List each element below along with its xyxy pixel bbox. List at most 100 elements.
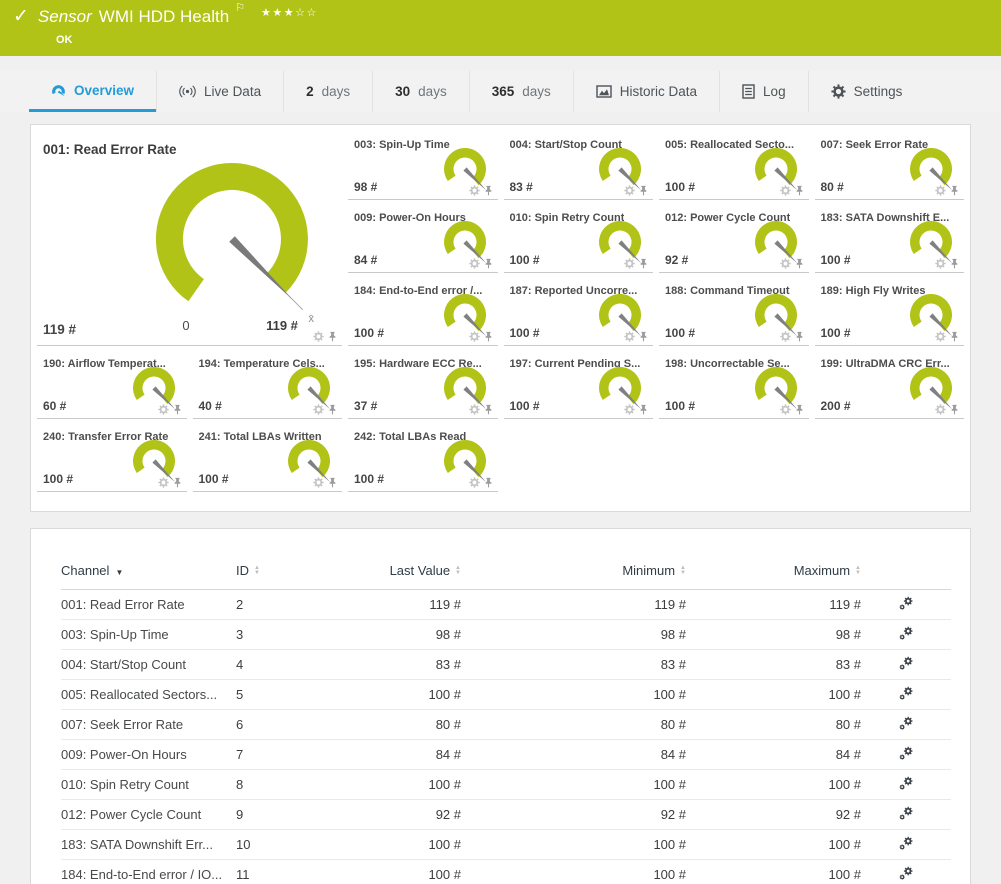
- gauge-tile-197[interactable]: 197: Current Pending S... 100 #: [504, 354, 654, 419]
- tab-30-days[interactable]: 30days: [372, 71, 469, 112]
- pin-icon[interactable]: [949, 331, 960, 342]
- gauge-tile-187[interactable]: 187: Reported Uncorre... 100 #: [504, 281, 654, 346]
- gear-icon[interactable]: [158, 477, 169, 488]
- gauge-tile-194[interactable]: 194: Temperature Cels... 40 #: [193, 354, 343, 419]
- gauge-title: 189: High Fly Writes: [821, 285, 926, 297]
- gauge-tile-198[interactable]: 198: Uncorrectable Se... 100 #: [659, 354, 809, 419]
- gear-icon[interactable]: [935, 331, 946, 342]
- cell-id: 4: [236, 650, 306, 680]
- pin-icon[interactable]: [327, 404, 338, 415]
- tab-2-days[interactable]: 2days: [283, 71, 372, 112]
- edit-channel-icon[interactable]: [899, 806, 914, 821]
- edit-channel-icon[interactable]: [899, 716, 914, 731]
- cell-maximum: 83 #: [686, 650, 861, 680]
- flag-icon[interactable]: ⚐: [235, 1, 245, 14]
- gauge-tile-004[interactable]: 004: Start/Stop Count 83 #: [504, 135, 654, 200]
- column-header-last-value[interactable]: Last Value▲▼: [306, 555, 461, 590]
- gear-icon[interactable]: [158, 404, 169, 415]
- gear-icon[interactable]: [780, 331, 791, 342]
- pin-icon[interactable]: [638, 404, 649, 415]
- gear-icon[interactable]: [624, 331, 635, 342]
- gauge-title: 004: Start/Stop Count: [510, 139, 622, 151]
- gauge-tile-005[interactable]: 005: Reallocated Secto... 100 #: [659, 135, 809, 200]
- edit-channel-icon[interactable]: [899, 776, 914, 791]
- gauge-tile-199[interactable]: 199: UltraDMA CRC Err... 200 #: [815, 354, 965, 419]
- gear-icon[interactable]: [780, 404, 791, 415]
- pin-icon[interactable]: [638, 258, 649, 269]
- gear-icon[interactable]: [624, 258, 635, 269]
- gauge-tile-190[interactable]: 190: Airflow Temperat... 60 #: [37, 354, 187, 419]
- edit-channel-icon[interactable]: [899, 836, 914, 851]
- gear-icon[interactable]: [624, 185, 635, 196]
- pin-icon[interactable]: [949, 185, 960, 196]
- pin-icon[interactable]: [794, 258, 805, 269]
- pin-icon[interactable]: [327, 331, 338, 342]
- column-header-actions[interactable]: [861, 555, 951, 590]
- gauge-tile-189[interactable]: 189: High Fly Writes 100 #: [815, 281, 965, 346]
- gear-icon[interactable]: [313, 331, 324, 342]
- column-header-channel[interactable]: Channel▼: [61, 555, 236, 590]
- tab-live-data[interactable]: Live Data: [156, 71, 283, 112]
- gauge-tile-012[interactable]: 012: Power Cycle Count 92 #: [659, 208, 809, 273]
- gear-icon[interactable]: [313, 404, 324, 415]
- gauge-tile-195[interactable]: 195: Hardware ECC Re... 37 #: [348, 354, 498, 419]
- pin-icon[interactable]: [483, 477, 494, 488]
- gauge-value: 80 #: [821, 180, 844, 194]
- gauge-tile-242[interactable]: 242: Total LBAs Read 100 #: [348, 427, 498, 492]
- column-header-id[interactable]: ID▲▼: [236, 555, 306, 590]
- gear-icon[interactable]: [469, 258, 480, 269]
- edit-channel-icon[interactable]: [899, 866, 914, 881]
- gauge-tile-241[interactable]: 241: Total LBAs Written 100 #: [193, 427, 343, 492]
- pin-icon[interactable]: [483, 185, 494, 196]
- pin-icon[interactable]: [794, 404, 805, 415]
- tab-log[interactable]: Log: [719, 71, 808, 112]
- gauge-tile-009[interactable]: 009: Power-On Hours 84 #: [348, 208, 498, 273]
- tab-historic-data[interactable]: Historic Data: [573, 71, 719, 112]
- pin-icon[interactable]: [949, 404, 960, 415]
- table-row: 009: Power-On Hours 7 84 # 84 # 84 #: [61, 740, 951, 770]
- tab-overview[interactable]: Overview: [29, 71, 156, 112]
- priority-stars[interactable]: ★★★☆☆: [261, 6, 318, 19]
- tab-365-days[interactable]: 365days: [469, 71, 573, 112]
- gear-icon[interactable]: [469, 477, 480, 488]
- edit-channel-icon[interactable]: [899, 686, 914, 701]
- gear-icon[interactable]: [780, 185, 791, 196]
- gauge-tile-001[interactable]: 001: Read Error Rate x̄ 0 119 # 119 #: [37, 135, 342, 346]
- edit-channel-icon[interactable]: [899, 626, 914, 641]
- gauge-tile-184[interactable]: 184: End-to-End error /... 100 #: [348, 281, 498, 346]
- gear-icon[interactable]: [624, 404, 635, 415]
- gear-icon[interactable]: [935, 404, 946, 415]
- pin-icon[interactable]: [483, 258, 494, 269]
- pin-icon[interactable]: [172, 404, 183, 415]
- gauge-tile-240[interactable]: 240: Transfer Error Rate 100 #: [37, 427, 187, 492]
- gauge-tile-188[interactable]: 188: Command Timeout 100 #: [659, 281, 809, 346]
- gear-icon[interactable]: [313, 477, 324, 488]
- pin-icon[interactable]: [172, 477, 183, 488]
- pin-icon[interactable]: [483, 404, 494, 415]
- gear-icon[interactable]: [469, 404, 480, 415]
- edit-channel-icon[interactable]: [899, 656, 914, 671]
- gauge-tile-183[interactable]: 183: SATA Downshift E... 100 #: [815, 208, 965, 273]
- edit-channel-icon[interactable]: [899, 746, 914, 761]
- gauge-tile-003[interactable]: 003: Spin-Up Time 98 #: [348, 135, 498, 200]
- gauge-tile-010[interactable]: 010: Spin Retry Count 100 #: [504, 208, 654, 273]
- pin-icon[interactable]: [327, 477, 338, 488]
- pin-icon[interactable]: [794, 331, 805, 342]
- gear-icon[interactable]: [469, 185, 480, 196]
- tab-settings[interactable]: Settings: [808, 71, 925, 112]
- edit-channel-icon[interactable]: [899, 596, 914, 611]
- pin-icon[interactable]: [483, 331, 494, 342]
- gauge-value: 100 #: [43, 472, 73, 486]
- pin-icon[interactable]: [794, 185, 805, 196]
- gear-icon[interactable]: [780, 258, 791, 269]
- pin-icon[interactable]: [949, 258, 960, 269]
- column-header-minimum[interactable]: Minimum▲▼: [461, 555, 686, 590]
- gear-icon[interactable]: [935, 258, 946, 269]
- gauge-tile-007[interactable]: 007: Seek Error Rate 80 #: [815, 135, 965, 200]
- gear-icon[interactable]: [935, 185, 946, 196]
- column-header-maximum[interactable]: Maximum▲▼: [686, 555, 861, 590]
- cell-minimum: 100 #: [461, 770, 686, 800]
- gear-icon[interactable]: [469, 331, 480, 342]
- pin-icon[interactable]: [638, 185, 649, 196]
- pin-icon[interactable]: [638, 331, 649, 342]
